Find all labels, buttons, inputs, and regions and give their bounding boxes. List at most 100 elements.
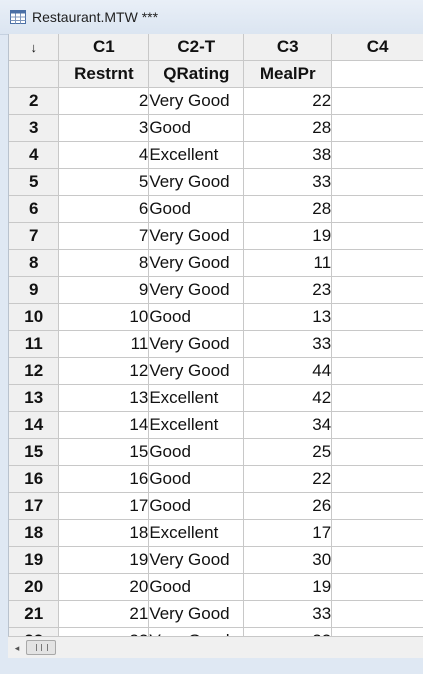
column-name-c1[interactable]: Restrnt (58, 60, 150, 88)
cell-mealpr[interactable]: 34 (243, 411, 333, 439)
column-name-c3[interactable]: MealPr (243, 60, 333, 88)
cell-c4[interactable] (331, 600, 423, 628)
cell-qrating[interactable]: Very Good (148, 168, 245, 196)
cell-c4[interactable] (331, 627, 423, 636)
cell-mealpr[interactable]: 38 (243, 141, 333, 169)
column-header-c4[interactable]: C4 (331, 34, 423, 61)
cell-qrating[interactable]: Good (148, 114, 245, 142)
cell-restrnt[interactable]: 20 (58, 573, 150, 601)
cell-mealpr[interactable]: 44 (243, 357, 333, 385)
cell-restrnt[interactable]: 6 (58, 195, 150, 223)
cell-c4[interactable] (331, 222, 423, 250)
cell-qrating[interactable]: Excellent (148, 141, 245, 169)
cell-restrnt[interactable]: 13 (58, 384, 150, 412)
cell-c4[interactable] (331, 573, 423, 601)
cell-restrnt[interactable]: 19 (58, 546, 150, 574)
cell-mealpr[interactable]: 22 (243, 87, 333, 115)
cell-qrating[interactable]: Good (148, 438, 245, 466)
cell-restrnt[interactable]: 16 (58, 465, 150, 493)
cell-qrating[interactable]: Very Good (148, 330, 245, 358)
cell-qrating[interactable]: Very Good (148, 627, 245, 636)
cell-qrating[interactable]: Good (148, 492, 245, 520)
cell-c4[interactable] (331, 519, 423, 547)
cell-c4[interactable] (331, 195, 423, 223)
cell-c4[interactable] (331, 438, 423, 466)
cell-restrnt[interactable]: 22 (58, 627, 150, 636)
cell-qrating[interactable]: Very Good (148, 357, 245, 385)
cell-qrating[interactable]: Good (148, 573, 245, 601)
cell-mealpr[interactable]: 42 (243, 384, 333, 412)
cell-restrnt[interactable]: 14 (58, 411, 150, 439)
row-number[interactable]: 15 (9, 438, 60, 466)
cell-mealpr[interactable]: 30 (243, 546, 333, 574)
row-number[interactable]: 16 (9, 465, 60, 493)
cell-restrnt[interactable]: 5 (58, 168, 150, 196)
cell-c4[interactable] (331, 303, 423, 331)
cell-qrating[interactable]: Excellent (148, 384, 245, 412)
worksheet-grid[interactable]: ↓ C1 C2-T C3 C4 Restrnt QRating MealPr 2… (8, 34, 423, 636)
cell-c4[interactable] (331, 276, 423, 304)
cell-c4[interactable] (331, 87, 423, 115)
cell-mealpr[interactable]: 22 (243, 465, 333, 493)
row-number[interactable]: 13 (9, 384, 60, 412)
cell-qrating[interactable]: Very Good (148, 222, 245, 250)
cell-restrnt[interactable]: 3 (58, 114, 150, 142)
row-number[interactable]: 14 (9, 411, 60, 439)
cell-mealpr[interactable]: 28 (243, 195, 333, 223)
row-number[interactable]: 4 (9, 141, 60, 169)
cell-c4[interactable] (331, 168, 423, 196)
cell-restrnt[interactable]: 21 (58, 600, 150, 628)
cell-qrating[interactable]: Very Good (148, 546, 245, 574)
column-header-c1[interactable]: C1 (58, 34, 150, 61)
row-number[interactable]: 12 (9, 357, 60, 385)
horizontal-scrollbar[interactable]: ◂ (8, 636, 423, 659)
scroll-left-icon[interactable]: ◂ (10, 640, 24, 656)
cell-restrnt[interactable]: 11 (58, 330, 150, 358)
cell-c4[interactable] (331, 411, 423, 439)
row-number[interactable]: 9 (9, 276, 60, 304)
cell-restrnt[interactable]: 2 (58, 87, 150, 115)
cell-mealpr[interactable]: 28 (243, 114, 333, 142)
cell-mealpr[interactable]: 26 (243, 492, 333, 520)
row-number[interactable]: 7 (9, 222, 60, 250)
cell-restrnt[interactable]: 17 (58, 492, 150, 520)
cell-restrnt[interactable]: 12 (58, 357, 150, 385)
cell-restrnt[interactable]: 15 (58, 438, 150, 466)
name-row-header[interactable] (9, 60, 60, 88)
cell-restrnt[interactable]: 18 (58, 519, 150, 547)
row-number[interactable]: 6 (9, 195, 60, 223)
cell-c4[interactable] (331, 357, 423, 385)
row-number[interactable]: 8 (9, 249, 60, 277)
row-number[interactable]: 20 (9, 573, 60, 601)
cell-qrating[interactable]: Very Good (148, 276, 245, 304)
cell-mealpr[interactable]: 33 (243, 168, 333, 196)
row-number[interactable]: 3 (9, 114, 60, 142)
row-number[interactable]: 17 (9, 492, 60, 520)
row-number[interactable]: 10 (9, 303, 60, 331)
cell-c4[interactable] (331, 141, 423, 169)
title-bar[interactable]: Restaurant.MTW *** (0, 0, 423, 35)
row-number[interactable]: 19 (9, 546, 60, 574)
cell-qrating[interactable]: Very Good (148, 600, 245, 628)
cell-c4[interactable] (331, 492, 423, 520)
cell-mealpr[interactable]: 11 (243, 249, 333, 277)
cell-mealpr[interactable]: 25 (243, 438, 333, 466)
cell-c4[interactable] (331, 465, 423, 493)
row-number[interactable]: 18 (9, 519, 60, 547)
cell-qrating[interactable]: Excellent (148, 519, 245, 547)
column-name-c2[interactable]: QRating (148, 60, 245, 88)
cell-mealpr[interactable]: 33 (243, 330, 333, 358)
cell-c4[interactable] (331, 114, 423, 142)
row-number[interactable]: 22 (9, 627, 60, 636)
row-number[interactable]: 21 (9, 600, 60, 628)
cell-mealpr[interactable]: 23 (243, 276, 333, 304)
scrollbar-thumb[interactable] (26, 640, 56, 655)
cell-qrating[interactable]: Good (148, 465, 245, 493)
row-number[interactable]: 5 (9, 168, 60, 196)
cell-qrating[interactable]: Excellent (148, 411, 245, 439)
cell-mealpr[interactable]: 33 (243, 600, 333, 628)
column-header-c3[interactable]: C3 (243, 34, 333, 61)
cell-restrnt[interactable]: 10 (58, 303, 150, 331)
cell-restrnt[interactable]: 7 (58, 222, 150, 250)
column-name-c4[interactable] (331, 60, 423, 88)
